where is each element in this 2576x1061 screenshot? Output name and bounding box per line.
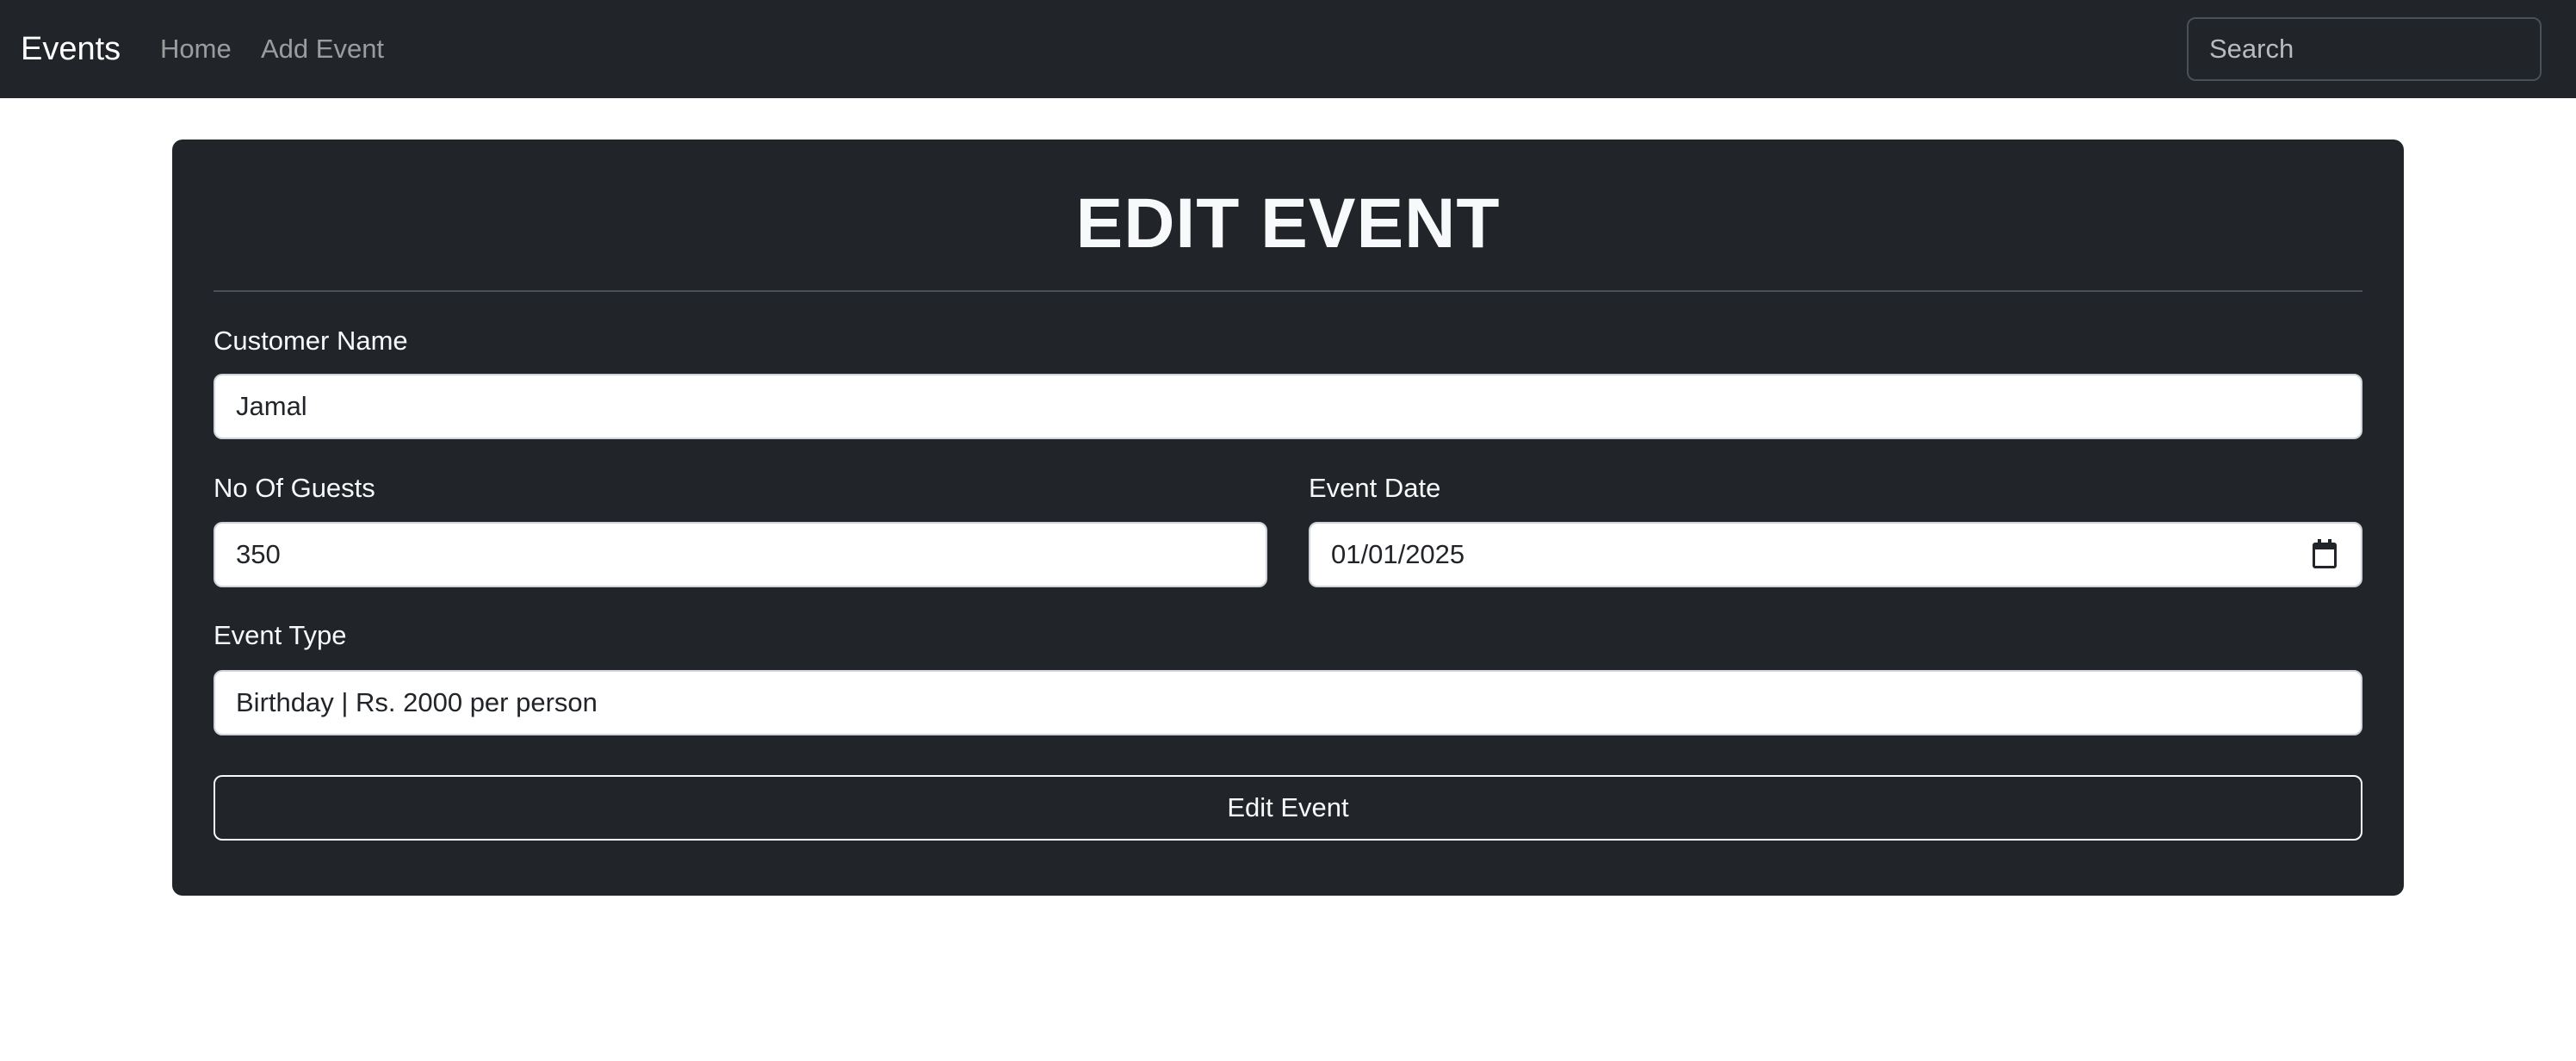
edit-event-card: EDIT EVENT Customer Name Jamal No Of Gue… [172,140,2404,896]
event-type-label: Event Type [214,620,347,650]
event-date-label: Event Date [1309,473,1441,503]
event-date-field[interactable]: 01/01/2025 [1309,522,2362,587]
guests-field[interactable]: 350 [214,522,1267,587]
search-input[interactable] [2187,17,2542,81]
brand-link[interactable]: Events [21,26,121,72]
customer-name-field[interactable]: Jamal [214,374,2362,439]
edit-event-button[interactable]: Edit Event [214,775,2362,841]
top-navbar: Events Home Add Event [0,0,2576,98]
page-title: EDIT EVENT [1075,184,1501,263]
nav-link-add-event[interactable]: Add Event [261,29,384,69]
calendar-icon[interactable] [2313,539,2337,568]
title-divider [214,290,2362,292]
customer-name-label: Customer Name [214,326,408,356]
event-type-field[interactable]: Birthday | Rs. 2000 per person [214,670,2362,735]
event-date-value: 01/01/2025 [1331,539,1465,569]
guests-label: No Of Guests [214,473,375,503]
guests-value: 350 [236,539,281,569]
customer-name-value: Jamal [236,391,307,421]
nav-link-home[interactable]: Home [160,29,232,69]
event-type-value: Birthday | Rs. 2000 per person [236,687,598,717]
